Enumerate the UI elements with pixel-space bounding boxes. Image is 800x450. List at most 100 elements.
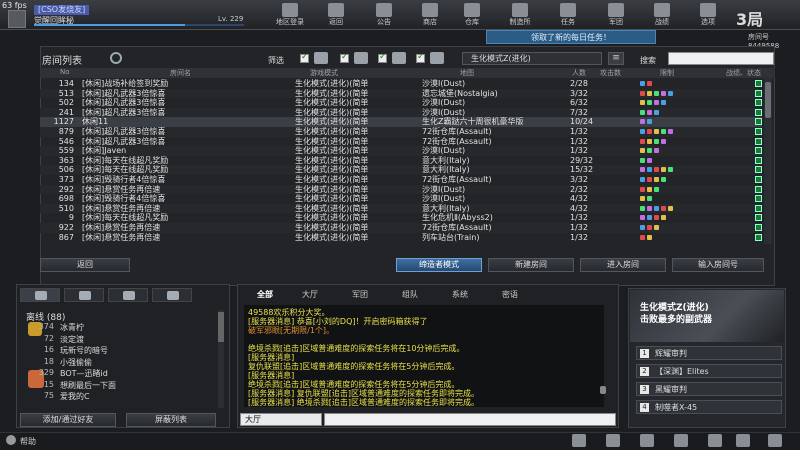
nav-9[interactable]: 选项 bbox=[688, 3, 728, 29]
chat-tab[interactable]: 全部 bbox=[245, 289, 285, 300]
table-row[interactable]: 373 [休闲]毁骑行者4倍惊喜 生化模式(进化)(简单 72街仓库(Assault)… bbox=[40, 175, 762, 185]
nav-0[interactable]: 地区登录 bbox=[270, 3, 310, 29]
chat-bubble-icon[interactable] bbox=[640, 434, 654, 447]
filter-map-checkbox[interactable] bbox=[340, 52, 349, 63]
power-icon[interactable] bbox=[768, 434, 782, 447]
play-icon[interactable] bbox=[755, 137, 762, 145]
chat-tab[interactable]: 大厅 bbox=[290, 289, 330, 300]
play-icon[interactable] bbox=[755, 80, 762, 87]
table-row[interactable]: 879 [休闲]超凡武器3倍惊喜 生化模式(进化)(简单 72街仓库(Assault)… bbox=[40, 127, 762, 137]
table-row[interactable]: 559 [休闲]Javen 生化模式(进化)(简单 沙漠Ⅰ(Dust) 1/32 bbox=[40, 146, 762, 156]
play-icon[interactable] bbox=[755, 204, 762, 212]
enter-room-number-button[interactable]: 输入房间号 bbox=[672, 258, 764, 272]
play-icon[interactable] bbox=[755, 128, 762, 135]
rank-number: 4 bbox=[640, 403, 649, 412]
new-room-button[interactable]: 新建房间 bbox=[488, 258, 574, 272]
table-row[interactable]: 292 [休闲]悬赏任务再倍速 生化模式(进化)(简单 沙漠Ⅰ(Dust) 2/32 bbox=[40, 184, 762, 195]
list-item[interactable]: 16 玩新号的暗号 bbox=[30, 345, 220, 356]
table-row[interactable]: 134 [休闲]战场补给签到奖励 生化模式(进化)(简单 沙漠Ⅰ(Dust) 2/28 bbox=[40, 79, 762, 89]
player-avatar[interactable] bbox=[8, 10, 26, 28]
room-number-label: 房间号 bbox=[748, 33, 769, 41]
play-icon[interactable] bbox=[755, 99, 762, 107]
list-item[interactable]: 18 小强偷偷 bbox=[30, 357, 220, 368]
nav-3[interactable]: 商店 bbox=[410, 3, 450, 29]
table-row[interactable]: 867 [休闲]悬赏任务再倍速 生化模式(进化)(简单 列车站台(Train) 1/32 bbox=[40, 233, 762, 243]
play-icon[interactable] bbox=[755, 176, 762, 183]
play-icon[interactable] bbox=[755, 214, 762, 222]
chat-tab[interactable]: 组队 bbox=[390, 289, 430, 300]
play-icon[interactable] bbox=[755, 233, 762, 241]
play-icon[interactable] bbox=[755, 108, 762, 116]
chat-tab[interactable]: 密语 bbox=[490, 289, 530, 300]
filter-lock-checkbox[interactable] bbox=[416, 52, 425, 63]
table-row[interactable]: 922 [休闲]悬赏任务再倍速 生化模式(进化)(简单 72街仓库(Assault) 1… bbox=[40, 223, 762, 233]
chat-tab[interactable]: 军团 bbox=[340, 289, 380, 300]
list-item[interactable]: 374 冰青柠 bbox=[30, 322, 220, 333]
chat-scroll-thumb[interactable] bbox=[600, 386, 606, 394]
shop-bag-icon[interactable] bbox=[674, 434, 688, 447]
table-row[interactable]: 502 [休闲]超凡武器3倍惊喜 生化模式(进化)(简单 沙漠Ⅰ(Dust) 6/32 bbox=[40, 98, 762, 108]
filter-players-checkbox[interactable] bbox=[378, 52, 387, 63]
filter-mode-checkbox[interactable] bbox=[300, 52, 309, 63]
play-icon[interactable] bbox=[755, 89, 762, 97]
back-button[interactable]: 返回 bbox=[40, 258, 130, 272]
nav-7[interactable]: 军团 bbox=[596, 3, 636, 29]
table-row[interactable]: 1127 休闲11 生化模式(进化)(简单 生化Z霸跶六十周很机豪华版 10/24 bbox=[40, 117, 762, 127]
enter-room-button[interactable]: 进入房间 bbox=[580, 258, 666, 272]
room-map: 意大利(Italy) bbox=[422, 165, 470, 175]
search-input[interactable] bbox=[668, 52, 774, 65]
list-item[interactable]: 72 淡定渡 bbox=[30, 334, 220, 345]
list-item[interactable]: 15 想刷最后一下面 bbox=[30, 380, 220, 391]
play-icon[interactable] bbox=[755, 147, 762, 155]
mode-select[interactable]: 生化模式Z(进化) bbox=[462, 52, 602, 65]
nav-8[interactable]: 战绩 bbox=[642, 3, 682, 29]
play-icon[interactable] bbox=[755, 156, 762, 164]
runner-icon[interactable] bbox=[606, 434, 620, 447]
tab-edit[interactable] bbox=[152, 288, 192, 302]
table-row[interactable]: 241 [休闲]超凡武器3倍惊喜 生化模式(进化)(简单 沙漠Ⅰ(Dust) 7/32 bbox=[40, 107, 762, 118]
chat-input[interactable] bbox=[324, 413, 616, 426]
nav-1[interactable]: 返回 bbox=[316, 3, 356, 29]
nav-5[interactable]: 制造所 bbox=[500, 3, 540, 29]
compass-icon[interactable] bbox=[572, 434, 586, 447]
nav-6[interactable]: 任务 bbox=[548, 3, 588, 29]
block-list-button[interactable]: 屏蔽列表 bbox=[126, 413, 216, 427]
play-icon[interactable] bbox=[755, 195, 762, 203]
notice-banner[interactable]: 领取了新的每日任务！ bbox=[486, 30, 656, 44]
weapon-rank-item[interactable]: 2 【深渊】Elites bbox=[636, 364, 782, 378]
list-item[interactable]: 329 BOT—迅睹id bbox=[30, 368, 220, 379]
weapon-rank-item[interactable]: 3 黑耀审判 bbox=[636, 382, 782, 396]
refresh-icon[interactable] bbox=[110, 52, 122, 64]
room-name: [休闲]超凡武器3倍惊喜 bbox=[82, 107, 166, 117]
table-row[interactable]: 546 [休闲]超凡武器3倍惊喜 生化模式(进化)(简单 72街仓库(Assault)… bbox=[40, 137, 762, 147]
chat-tab[interactable]: 系统 bbox=[440, 289, 480, 300]
room-list-scroll-thumb[interactable] bbox=[765, 82, 771, 118]
weapon-rank-item[interactable]: 4 制噬者X-45 bbox=[636, 400, 782, 414]
table-row[interactable]: 506 [休闲]每天在线超凡奖励 生化模式(进化)(简单 意大利(Italy) 15/3… bbox=[40, 165, 762, 175]
tab-friends[interactable] bbox=[20, 288, 60, 302]
table-row[interactable]: 510 [休闲]悬赏任务再倍速 生化模式(进化)(简单 意大利(Italy) 4/32 bbox=[40, 203, 762, 214]
tab-group[interactable] bbox=[64, 288, 104, 302]
table-row[interactable]: 363 [休闲]每天在线超凡奖励 生化模式(进化)(简单 意大利(Italy) 29/3… bbox=[40, 156, 762, 166]
nav-2[interactable]: 公告 bbox=[364, 3, 404, 29]
nav-4[interactable]: 仓库 bbox=[452, 3, 492, 29]
menu-icon[interactable]: ≡ bbox=[608, 52, 624, 65]
creator-mode-button[interactable]: 缔造者模式 bbox=[396, 258, 482, 272]
restrict-icon bbox=[647, 215, 652, 221]
tab-clan[interactable] bbox=[108, 288, 148, 302]
play-icon[interactable] bbox=[755, 166, 762, 174]
play-icon[interactable] bbox=[755, 185, 762, 193]
weapon-rank-item[interactable]: 1 辉耀审判 bbox=[636, 346, 782, 360]
table-row[interactable]: 698 [休闲]毁骑行者4倍惊喜 生化模式(进化)(简单 沙漠Ⅰ(Dust) 4/32 bbox=[40, 194, 762, 204]
channel-select[interactable]: 大厅 bbox=[240, 413, 322, 426]
table-row[interactable]: 9 [休闲]每天在线超凡奖励 生化模式(进化)(简单 生化危机Ⅱ(Abyss2) 1/3… bbox=[40, 213, 762, 223]
help-icon[interactable] bbox=[6, 435, 16, 445]
exit-icon[interactable] bbox=[736, 434, 750, 447]
help-label[interactable]: 帮助 bbox=[20, 436, 36, 447]
play-icon[interactable] bbox=[755, 224, 762, 231]
table-row[interactable]: 513 [休闲]超凡武器3倍惊喜 生化模式(进化)(简单 遗忘城堡(Nostalgia… bbox=[40, 88, 762, 99]
settings-icon[interactable] bbox=[708, 434, 722, 447]
list-item[interactable]: 75 爱我的C bbox=[30, 391, 220, 402]
play-icon[interactable] bbox=[755, 118, 762, 126]
add-friend-button[interactable]: 添加/通过好友 bbox=[20, 413, 116, 427]
